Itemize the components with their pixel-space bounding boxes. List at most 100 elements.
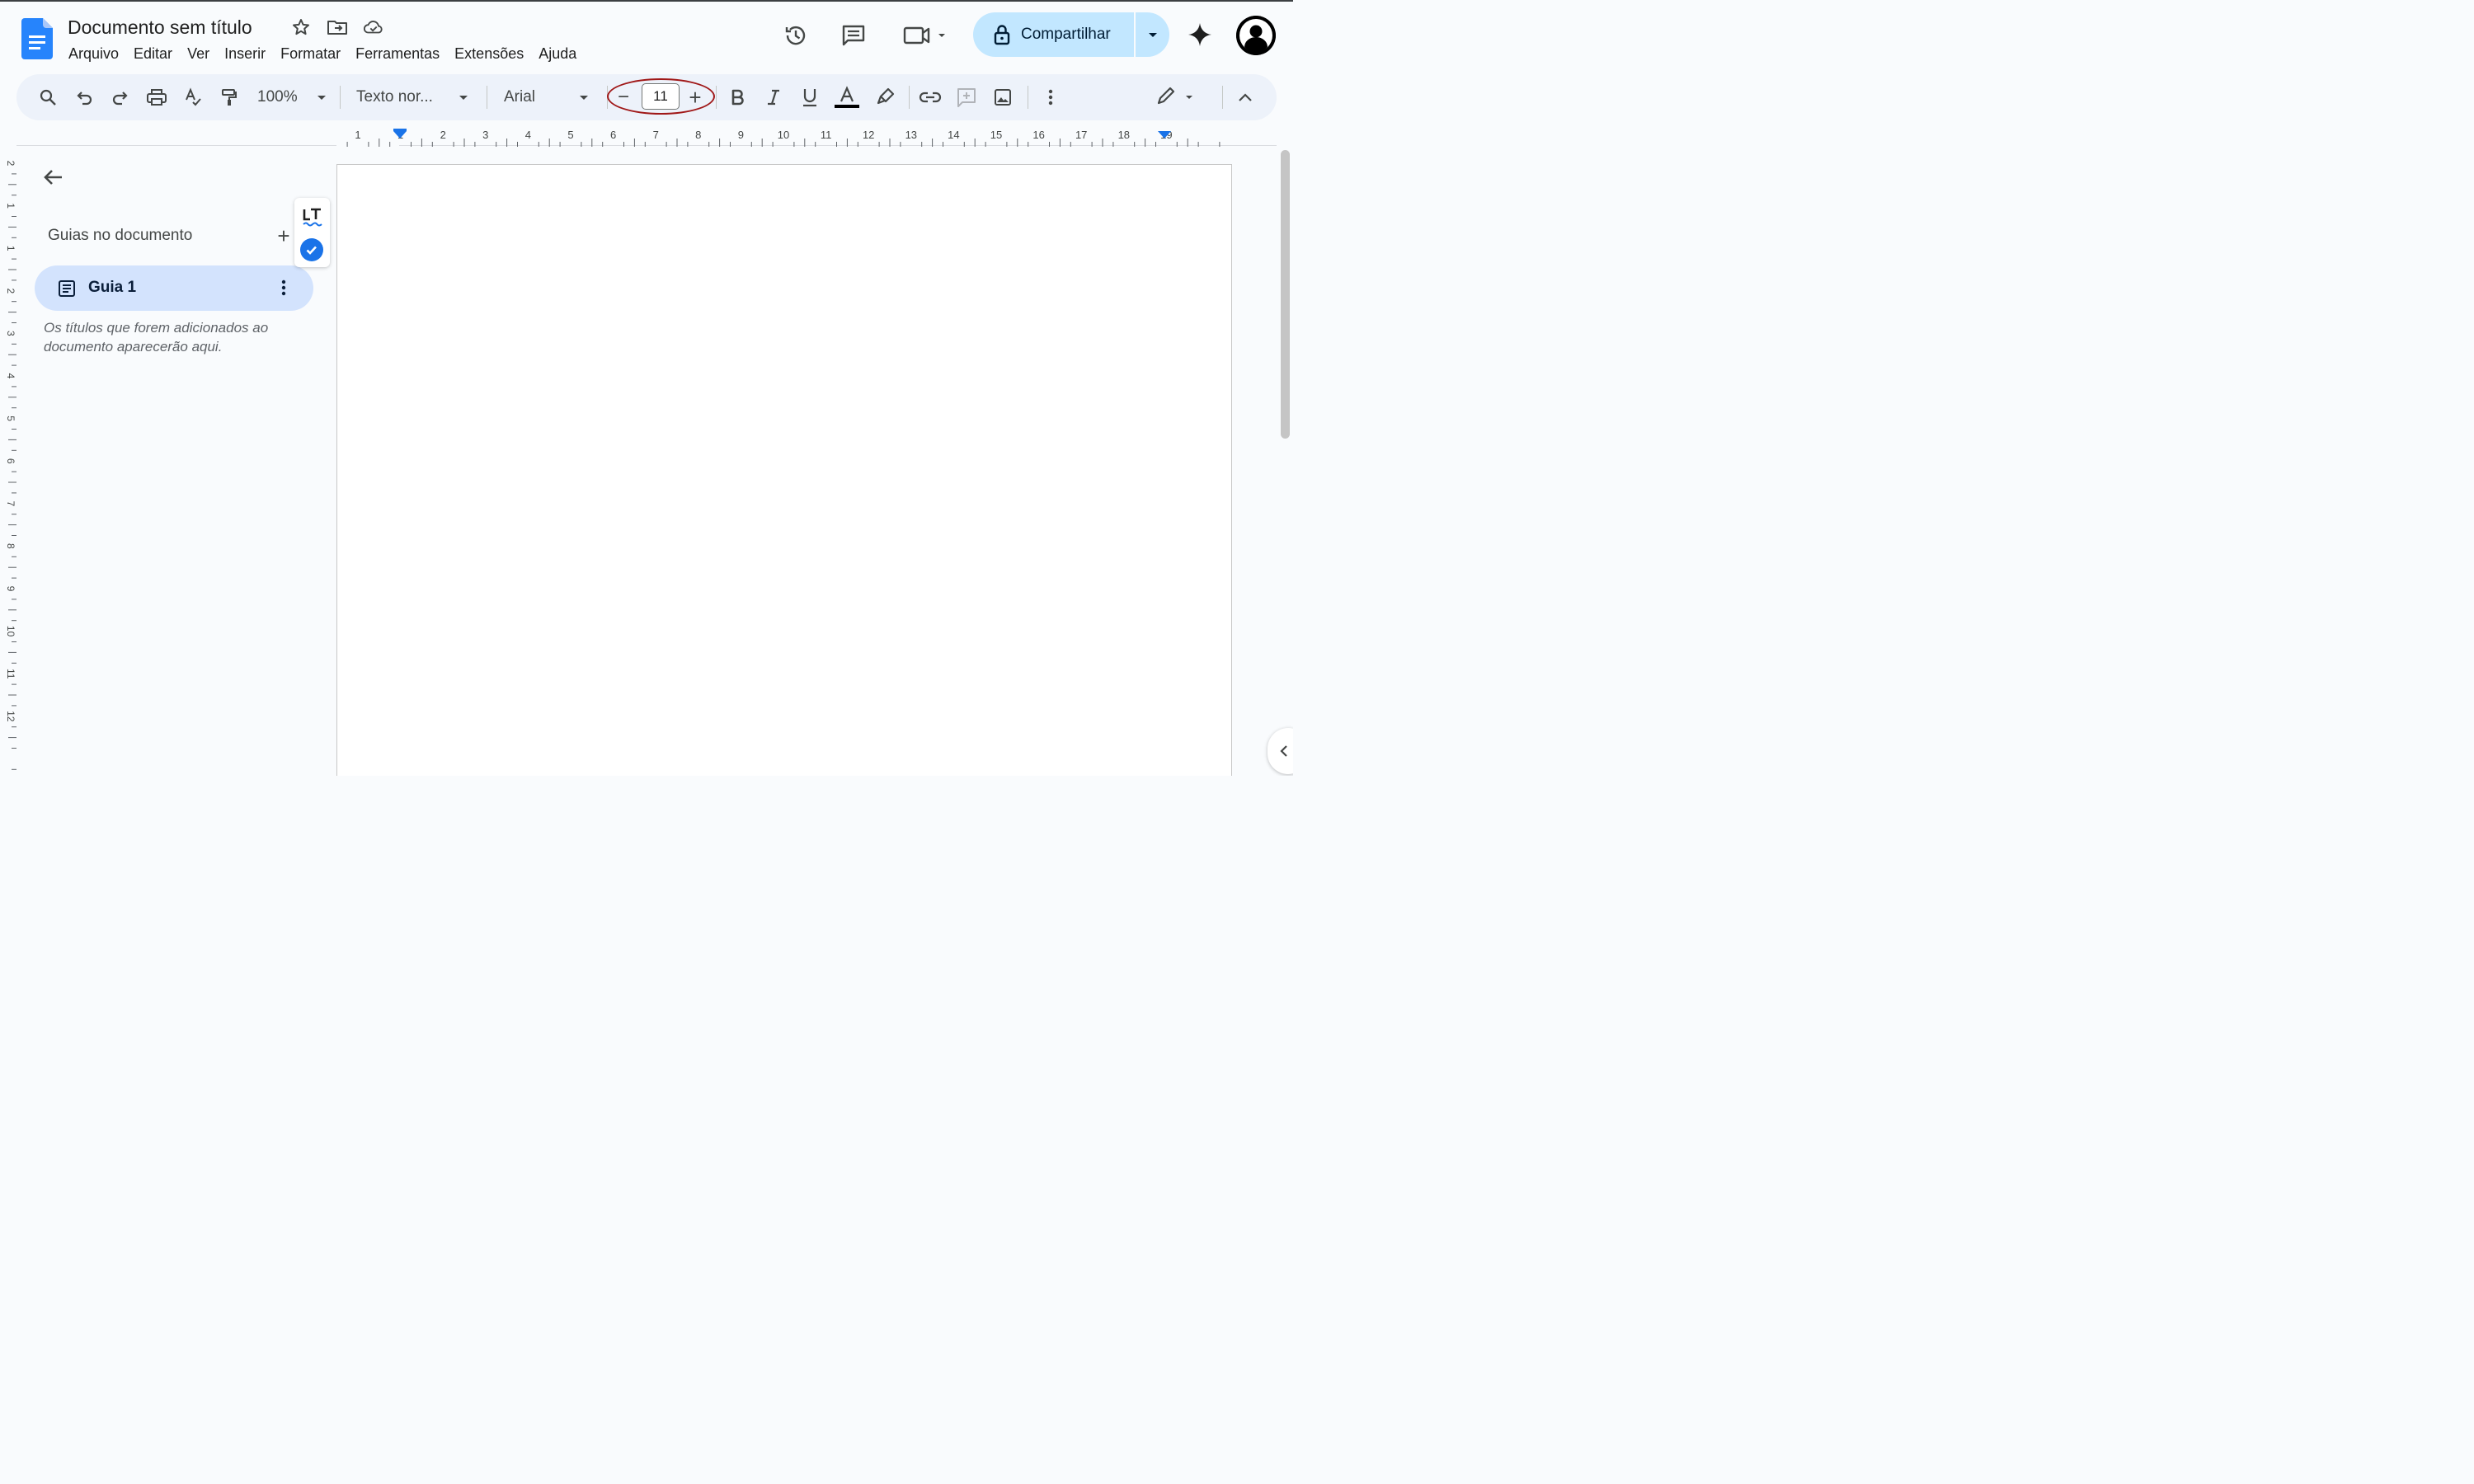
toolbar-divider: [716, 86, 717, 109]
ruler-label: 5: [5, 416, 16, 421]
menu-extensoes[interactable]: Extensões: [447, 41, 531, 66]
languagetool-widget[interactable]: [294, 198, 330, 267]
star-icon[interactable]: [290, 16, 312, 38]
ruler-label: 8: [695, 129, 701, 141]
ruler-label: 10: [778, 129, 789, 141]
menu-ajuda[interactable]: Ajuda: [531, 41, 584, 66]
zoom-caret-down-icon[interactable]: [310, 86, 333, 109]
redo-icon[interactable]: [109, 86, 132, 109]
menu-ferramentas[interactable]: Ferramentas: [348, 41, 447, 66]
horizontal-ruler[interactable]: 112345678910111213141516171819: [336, 125, 1232, 147]
ruler-label: 3: [5, 331, 16, 336]
toolbar-divider: [607, 86, 608, 109]
paragraph-style-select[interactable]: Texto nor...: [356, 86, 433, 109]
ruler-label: 13: [905, 129, 917, 141]
menu-formatar[interactable]: Formatar: [273, 41, 348, 66]
version-history-icon[interactable]: [782, 21, 810, 49]
increase-font-size-button[interactable]: +: [684, 86, 707, 109]
meet-icon[interactable]: [902, 21, 948, 49]
ruler-label: 2: [5, 161, 16, 167]
hide-menus-chevron-up-icon[interactable]: [1234, 86, 1257, 109]
back-arrow-icon[interactable]: [41, 165, 66, 190]
ruler-label: 3: [482, 129, 488, 141]
ruler-label: 16: [1032, 129, 1044, 141]
italic-icon[interactable]: [762, 86, 785, 109]
ruler-label: 6: [610, 129, 616, 141]
toolbar-divider: [1222, 86, 1223, 109]
paint-format-icon[interactable]: [218, 86, 241, 109]
check-circle-icon[interactable]: [300, 238, 323, 261]
paragraph-style-value: Texto nor...: [356, 88, 433, 106]
tab-options-icon[interactable]: [274, 278, 294, 298]
document-title[interactable]: Documento sem título: [68, 15, 252, 40]
cloud-saved-icon[interactable]: [363, 16, 384, 38]
menu-arquivo[interactable]: Arquivo: [61, 41, 126, 66]
ruler-label: 2: [440, 129, 446, 141]
ruler-label: 6: [5, 458, 16, 464]
vertical-ruler[interactable]: 21123456789101112: [0, 147, 16, 776]
share-dropdown-button[interactable]: [1134, 12, 1169, 57]
vertical-scrollbar-thumb[interactable]: [1281, 150, 1290, 439]
document-tabs-heading: Guias no documento: [48, 227, 193, 244]
ruler-label: 15: [990, 129, 1002, 141]
document-tab-icon: [57, 279, 77, 298]
add-comment-icon[interactable]: [955, 86, 978, 109]
ruler-label: 7: [5, 500, 16, 506]
decrease-font-size-button[interactable]: −: [612, 86, 635, 109]
editing-mode-icon[interactable]: [1155, 86, 1196, 109]
more-options-icon[interactable]: [1039, 86, 1062, 109]
ruler-label: 4: [5, 373, 16, 379]
ruler-label: 1: [5, 246, 16, 251]
bold-icon[interactable]: [726, 86, 749, 109]
insert-link-icon[interactable]: [919, 86, 942, 109]
zoom-value: 100%: [257, 88, 298, 106]
lock-icon: [993, 24, 1011, 45]
side-panel-toggle[interactable]: [1268, 728, 1293, 774]
zoom-select[interactable]: 100%: [257, 86, 298, 109]
caret-down-icon: [1147, 31, 1159, 39]
ruler-label: 12: [863, 129, 874, 141]
font-caret-down-icon[interactable]: [572, 86, 595, 109]
font-select[interactable]: Arial: [504, 86, 535, 109]
search-menus-icon[interactable]: [36, 86, 59, 109]
menu-editar[interactable]: Editar: [126, 41, 180, 66]
account-avatar[interactable]: [1236, 16, 1276, 55]
insert-image-icon[interactable]: [991, 86, 1014, 109]
ruler-label: 1: [5, 203, 16, 209]
spellcheck-icon[interactable]: [181, 86, 205, 109]
ruler-label: 14: [948, 129, 959, 141]
comments-icon[interactable]: [840, 21, 868, 49]
text-color-icon[interactable]: [833, 86, 861, 109]
font-size-input[interactable]: 11: [642, 83, 680, 110]
ruler-label: 11: [821, 129, 832, 141]
menu-bar: Arquivo Editar Ver Inserir Formatar Ferr…: [61, 41, 584, 66]
add-tab-button[interactable]: +: [274, 225, 294, 247]
underline-icon[interactable]: [798, 86, 821, 109]
languagetool-logo-icon[interactable]: [302, 206, 323, 229]
gemini-sparkle-icon[interactable]: [1186, 21, 1214, 49]
undo-icon[interactable]: [73, 86, 96, 109]
first-line-indent-marker[interactable]: [393, 129, 407, 131]
ruler-label: 11: [5, 669, 16, 679]
share-button[interactable]: Compartilhar: [973, 12, 1134, 57]
ruler-label: 17: [1075, 129, 1087, 141]
print-icon[interactable]: [145, 86, 168, 109]
toolbar-divider: [340, 86, 341, 109]
menu-ver[interactable]: Ver: [180, 41, 217, 66]
menu-inserir[interactable]: Inserir: [217, 41, 273, 66]
move-folder-icon[interactable]: [327, 16, 348, 38]
document-page[interactable]: [336, 164, 1232, 776]
ruler-label: 7: [653, 129, 659, 141]
outline-empty-hint: Os títulos que forem adicionados ao docu…: [44, 320, 269, 355]
ruler-label: 9: [5, 586, 16, 592]
tab-guia-1[interactable]: Guia 1: [35, 265, 313, 311]
highlight-color-icon[interactable]: [874, 86, 897, 109]
ruler-label: 1: [355, 129, 360, 141]
ruler-label: 9: [738, 129, 744, 141]
style-caret-down-icon[interactable]: [452, 86, 475, 109]
ruler-label: 5: [567, 129, 573, 141]
ruler-label: 10: [5, 626, 16, 637]
ruler-label: 12: [5, 711, 16, 722]
tab-label: Guia 1: [88, 279, 137, 296]
docs-logo-icon[interactable]: [21, 18, 53, 59]
